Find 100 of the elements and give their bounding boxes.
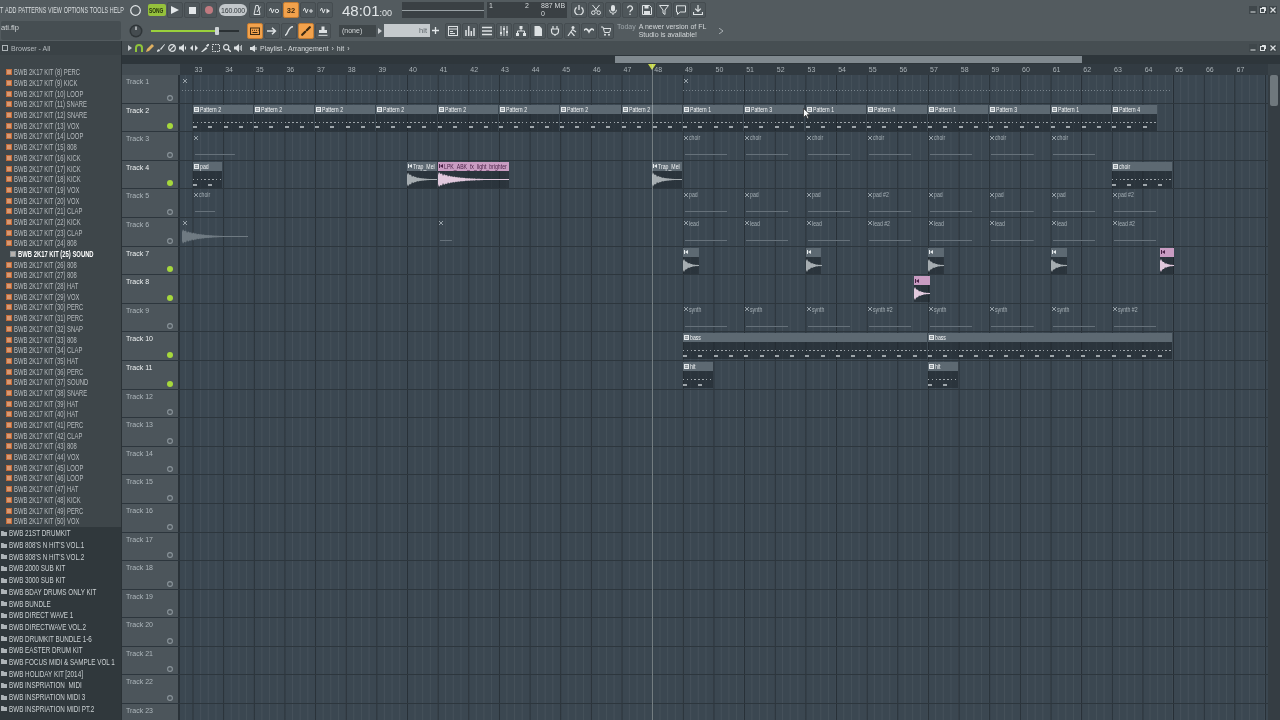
browser-item[interactable]: BWB 2K17 KIT (14) LOOP	[0, 131, 121, 142]
track-led-icon[interactable]	[167, 580, 173, 587]
browser-folder[interactable]: BWB INSPRIATION MIDI PT.2	[0, 702, 121, 715]
browser-icon[interactable]	[2, 45, 8, 51]
magnifier-icon[interactable]	[223, 44, 231, 52]
browser-item[interactable]: BWB 2K17 KIT (30) PERC	[0, 302, 121, 313]
brush-icon[interactable]	[157, 44, 165, 52]
browser-item[interactable]: BWB 2K17 KIT (23) CLAP	[0, 227, 121, 238]
track-led-icon[interactable]	[167, 637, 173, 644]
track-led-icon[interactable]	[167, 151, 173, 158]
audio-clip[interactable]	[805, 247, 822, 274]
toolbar-button[interactable]	[581, 22, 597, 39]
toggle-button[interactable]	[266, 2, 282, 18]
browser-item[interactable]: BWB 2K17 KIT (33) 808	[0, 334, 121, 345]
browser-item[interactable]: BWB 2K17 KIT (8) PERC	[0, 67, 121, 78]
close-icon[interactable]	[1269, 44, 1277, 52]
toolbar-button[interactable]	[571, 2, 587, 18]
toolbar-button[interactable]	[673, 2, 689, 18]
audio-clip[interactable]	[1159, 247, 1174, 274]
browser-item[interactable]: BWB 2K17 KIT (35) HAT	[0, 355, 121, 367]
audio-clip[interactable]	[181, 218, 249, 245]
menu-item[interactable]: OPTIONS	[63, 5, 89, 15]
menu-item[interactable]: ADD	[5, 5, 17, 15]
volume-thumb[interactable]	[215, 26, 219, 35]
circle-icon[interactable]	[130, 4, 141, 16]
track-led-icon[interactable]	[167, 666, 173, 673]
browser-item[interactable]: BWB 2K17 KIT (9) KICK	[0, 77, 121, 89]
browser-item[interactable]: BWB 2K17 KIT (11) SNARE	[0, 99, 121, 110]
toolbar-button[interactable]	[547, 22, 563, 39]
browser-folder[interactable]: BWB FOCUS MIDI & SAMPLE VOL 1	[0, 656, 121, 668]
browser-item[interactable]: BWB 2K17 KIT (37) SOUND	[0, 376, 121, 388]
browser-folder[interactable]: BWB HOLIDAY KIT [2014]	[0, 667, 121, 680]
browser-item[interactable]: BWB 2K17 KIT (48) KICK	[0, 494, 121, 506]
browser-item[interactable]: BWB 2K17 KIT (28) HAT	[0, 280, 121, 292]
minimize-icon[interactable]	[1249, 6, 1257, 14]
track-led-icon[interactable]	[167, 380, 173, 387]
browser-item[interactable]: BWB 2K17 KIT (38) SNARE	[0, 387, 121, 399]
browser-item[interactable]: BWB 2K17 KIT (32) SNAP	[0, 323, 121, 335]
toolbar-button[interactable]	[656, 2, 672, 18]
toolbar-button[interactable]	[513, 22, 529, 39]
browser-item[interactable]: BWB 2K17 KIT (31) PERC	[0, 312, 121, 324]
track-led-icon[interactable]	[167, 94, 173, 101]
minimize-icon[interactable]	[1249, 44, 1257, 52]
menu-item[interactable]: VIEW	[48, 5, 62, 15]
play-button[interactable]	[167, 2, 183, 18]
browser-item[interactable]: BWB 2K17 KIT (36) PERC	[0, 366, 121, 377]
toolbar-button[interactable]	[530, 22, 546, 39]
browser-item[interactable]: BWB 2K17 KIT (21) CLAP	[0, 205, 121, 217]
browser-item[interactable]: BWB 2K17 KIT (39) HAT	[0, 398, 121, 409]
dashed-square-icon[interactable]	[212, 44, 220, 52]
scrollbar-thumb[interactable]	[1270, 75, 1278, 106]
restore-icon[interactable]	[1259, 6, 1267, 14]
browser-item[interactable]: BWB 2K17 KIT (22) KICK	[0, 216, 121, 228]
browser-item[interactable]: BWB 2K17 KIT (29) VOX	[0, 291, 121, 303]
restore-icon[interactable]	[1259, 44, 1267, 52]
browser-item[interactable]: BWB 2K17 KIT (50) VOX	[0, 515, 121, 527]
menu-item[interactable]: PATTERNS	[18, 5, 47, 15]
toggle-button[interactable]	[298, 22, 314, 39]
browser-folder[interactable]: BWB 808'S N HIT'S VOL.1	[0, 539, 121, 551]
toolbar-button[interactable]	[622, 2, 638, 18]
track-led-icon[interactable]	[167, 523, 173, 530]
toggle-button[interactable]	[317, 2, 333, 18]
track-led-icon[interactable]	[167, 323, 173, 330]
track-led-icon[interactable]	[167, 695, 173, 702]
toolbar-button[interactable]	[639, 2, 655, 18]
circle-slash-icon[interactable]	[168, 44, 176, 52]
toolbar-button[interactable]	[588, 2, 604, 18]
toggle-button[interactable]	[281, 22, 297, 39]
menu-item[interactable]: HELP	[109, 5, 124, 15]
audio-clip[interactable]	[1050, 247, 1067, 274]
toolbar-button[interactable]	[564, 22, 580, 39]
track-led-icon[interactable]	[167, 180, 173, 187]
browser-item[interactable]: BWB 2K17 KIT (49) PERC	[0, 505, 121, 516]
browser-item[interactable]: BWB 2K17 KIT (43) 808	[0, 441, 121, 452]
browser-item[interactable]: BWB 2K17 KIT (10) LOOP	[0, 88, 121, 100]
track-led-icon[interactable]	[167, 237, 173, 244]
speaker-icon[interactable]	[179, 44, 187, 52]
track-led-icon[interactable]	[167, 409, 173, 416]
audio-clip[interactable]	[914, 276, 931, 303]
toggle-button[interactable]	[247, 22, 263, 39]
caret-icon[interactable]	[378, 27, 382, 34]
browser-folder[interactable]: BWB BUNDLE	[0, 597, 121, 610]
knob-icon[interactable]	[129, 23, 143, 38]
toolbar-button[interactable]	[462, 22, 478, 39]
track-led-icon[interactable]	[167, 609, 173, 616]
browser-item[interactable]: BWB 2K17 KIT (27) 808	[0, 270, 121, 281]
track-led-icon[interactable]	[167, 208, 173, 215]
browser-folder[interactable]: BWB 808'S N HIT'S VOL.2	[0, 550, 121, 563]
browser-folder[interactable]: BWB BDAY DRUMS ONLY KIT	[0, 586, 121, 598]
toolbar-button[interactable]	[690, 2, 706, 18]
track-led-icon[interactable]	[167, 437, 173, 444]
browser-folder[interactable]: BWB 3000 SUB KIT	[0, 574, 121, 586]
toggle-button[interactable]	[249, 2, 265, 18]
browser-item[interactable]: BWB 2K17 KIT (15) 808	[0, 141, 121, 153]
toggle-button[interactable]	[264, 22, 280, 39]
pencil-icon[interactable]	[146, 44, 154, 52]
toolbar-button[interactable]	[479, 22, 495, 39]
browser-folder[interactable]: BWB DIRECTWAVE VOL.2	[0, 621, 121, 633]
browser-folder[interactable]: BWB INSPRIATION MIDI 3	[0, 691, 121, 703]
browser-folder[interactable]: BWB EASTER DRUM KIT	[0, 644, 121, 657]
